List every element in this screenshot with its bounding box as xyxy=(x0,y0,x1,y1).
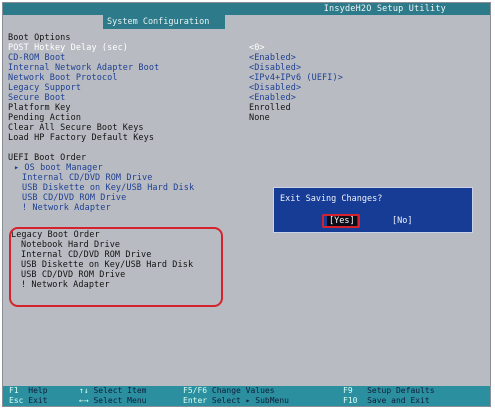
settings-panel: Boot Options POST Hotkey Delay (sec) <0>… xyxy=(3,29,490,389)
tab-system-configuration[interactable]: System Configuration xyxy=(103,15,225,29)
uefi-boot-order-heading: UEFI Boot Order xyxy=(8,153,87,163)
secure-boot-value[interactable]: <Enabled> xyxy=(249,93,296,103)
uefi-boot-item[interactable]: ! Network Adapter xyxy=(22,203,111,213)
uefi-boot-item[interactable]: ▸ OS boot Manager xyxy=(14,163,103,173)
internal-network-adapter-boot-value[interactable]: <Disabled> xyxy=(249,63,301,73)
select-item-key: ↑↓ Select Item xyxy=(79,386,147,395)
setup-defaults-key: F9 Setup Defaults xyxy=(343,386,435,395)
key-help-footer: F1 Help Esc Exit ↑↓ Select Item ←→ Selec… xyxy=(3,386,490,406)
load-hp-factory-keys-action[interactable]: Load HP Factory Default Keys xyxy=(8,133,154,143)
exit-saving-dialog: Exit Saving Changes? [Yes] [No] xyxy=(273,187,473,233)
select-menu-key: ←→ Select Menu xyxy=(79,396,147,405)
uefi-boot-item[interactable]: Internal CD/DVD ROM Drive xyxy=(22,173,152,183)
yes-button[interactable]: [Yes] xyxy=(327,216,357,226)
post-hotkey-delay-value[interactable]: <0> xyxy=(249,43,265,53)
tab-strip: System Configuration xyxy=(3,15,490,29)
network-boot-protocol-value[interactable]: <IPv4+IPv6 (UEFI)> xyxy=(249,73,343,83)
platform-key-label: Platform Key xyxy=(8,103,71,113)
change-values-key: F5/F6 Change Values xyxy=(183,386,275,395)
pending-action-label: Pending Action xyxy=(8,113,82,123)
legacy-support-label[interactable]: Legacy Support xyxy=(8,83,81,93)
pending-action-value: None xyxy=(249,113,270,123)
legacy-boot-order-annotation xyxy=(9,227,223,307)
window-title: InsydeH2O Setup Utility xyxy=(323,4,446,14)
dialog-title: Exit Saving Changes? xyxy=(280,194,383,204)
no-button[interactable]: [No] xyxy=(392,216,412,226)
internal-network-adapter-boot-label[interactable]: Internal Network Adapter Boot xyxy=(8,63,159,73)
cd-rom-boot-label[interactable]: CD-ROM Boot xyxy=(8,53,65,63)
cd-rom-boot-value[interactable]: <Enabled> xyxy=(249,53,296,63)
secure-boot-label[interactable]: Secure Boot xyxy=(8,93,65,103)
clear-secure-boot-keys-action[interactable]: Clear All Secure Boot Keys xyxy=(8,123,144,133)
legacy-support-value[interactable]: <Disabled> xyxy=(249,83,301,93)
uefi-boot-item[interactable]: USB Diskette on Key/USB Hard Disk xyxy=(22,183,194,193)
title-bar: InsydeH2O Setup Utility xyxy=(3,3,490,15)
save-and-exit-key: F10 Save and Exit xyxy=(343,396,430,405)
network-boot-protocol-label[interactable]: Network Boot Protocol xyxy=(8,73,118,83)
boot-options-heading: Boot Options xyxy=(8,33,71,43)
platform-key-value: Enrolled xyxy=(249,103,291,113)
exit-key: Esc Exit xyxy=(9,396,48,405)
post-hotkey-delay-label[interactable]: POST Hotkey Delay (sec) xyxy=(8,43,128,53)
bios-screen: InsydeH2O Setup Utility System Configura… xyxy=(2,2,491,407)
uefi-boot-item[interactable]: USB CD/DVD ROM Drive xyxy=(22,193,126,203)
submenu-key: Enter Select ▸ SubMenu xyxy=(183,396,289,405)
help-key: F1 Help xyxy=(9,386,48,395)
